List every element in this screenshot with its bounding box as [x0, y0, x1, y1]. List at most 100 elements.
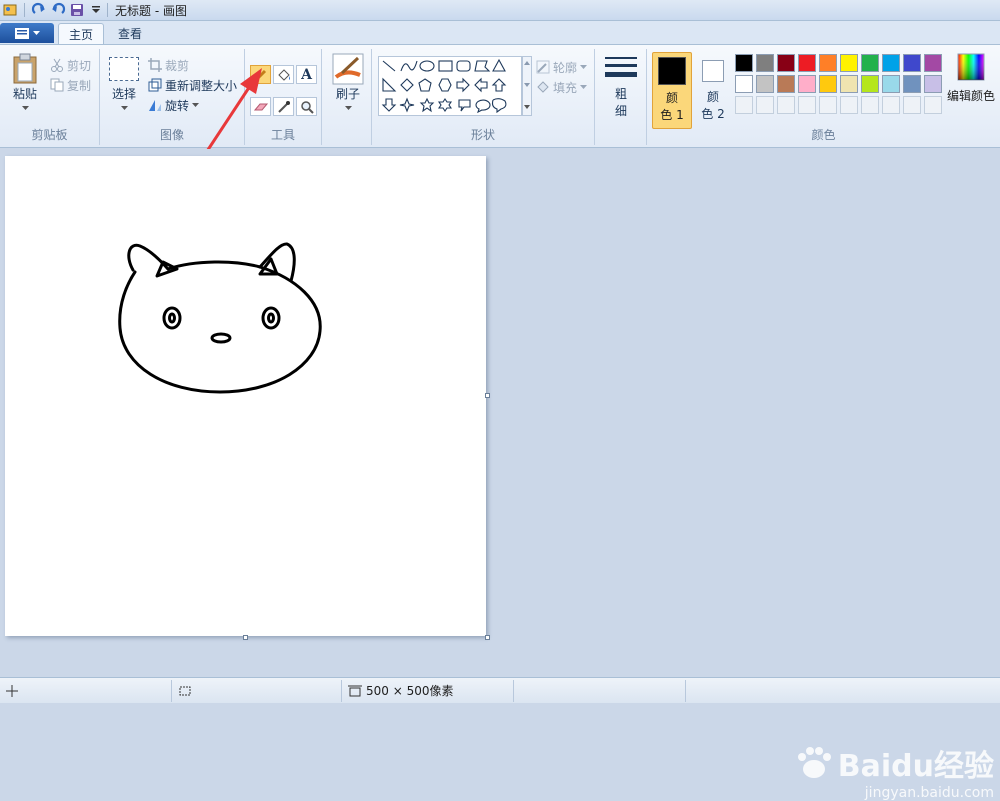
palette-swatch[interactable]	[819, 75, 837, 93]
chevron-down-icon	[21, 106, 29, 110]
color1-button[interactable]: 颜 色 1	[652, 52, 692, 129]
canvas-area: Baidu经验 jingyan.baidu.com	[0, 149, 1000, 801]
palette-swatch[interactable]	[756, 54, 774, 72]
palette-swatch[interactable]	[798, 75, 816, 93]
quick-access-dropdown-icon[interactable]	[88, 2, 104, 18]
undo-icon[interactable]	[50, 2, 66, 18]
color2-swatch	[702, 60, 724, 82]
pentagon-shape-icon	[418, 78, 432, 92]
hexagon-shape-icon	[438, 78, 452, 92]
line-shape-icon	[382, 60, 396, 72]
paint-menu-button[interactable]	[0, 23, 54, 43]
select-button[interactable]: 选择	[106, 57, 142, 111]
palette-swatch[interactable]	[924, 75, 942, 93]
colors-group-label: 颜色	[811, 128, 836, 142]
custom-color-slot[interactable]	[798, 96, 816, 114]
left-pupil	[168, 312, 176, 324]
chevron-down-icon	[32, 30, 40, 35]
edit-colors-button[interactable]: 编辑颜色	[945, 53, 997, 104]
window-title: 无标题 - 画图	[115, 3, 187, 18]
custom-color-slot[interactable]	[882, 96, 900, 114]
redo-icon[interactable]	[31, 2, 47, 18]
cut-label: 剪切	[67, 58, 92, 73]
custom-color-slot[interactable]	[819, 96, 837, 114]
resize-handle-right[interactable]	[485, 393, 490, 398]
palette-swatch[interactable]	[903, 75, 921, 93]
oval-shape-icon	[419, 60, 435, 72]
palette-swatch[interactable]	[882, 75, 900, 93]
brush-icon	[332, 53, 364, 85]
fill-tool-button[interactable]	[273, 65, 294, 84]
shapes-group-label: 形状	[470, 128, 495, 142]
palette-swatch[interactable]	[735, 54, 753, 72]
resize-handle-corner[interactable]	[485, 635, 490, 640]
palette-swatch[interactable]	[840, 75, 858, 93]
color-picker-tool-button[interactable]	[273, 97, 294, 116]
palette-swatch[interactable]	[903, 54, 921, 72]
status-bar: 500 × 500像素	[0, 677, 1000, 703]
drawing-canvas[interactable]	[5, 156, 486, 636]
color2-button[interactable]: 颜 色 2	[695, 52, 731, 122]
cursor-position	[0, 679, 172, 702]
save-icon[interactable]	[69, 2, 85, 18]
line-width-icon	[605, 57, 637, 77]
palette-swatch[interactable]	[924, 54, 942, 72]
shapes-group: 轮廓 填充 形状	[372, 49, 595, 145]
fill-button[interactable]: 填充	[536, 77, 588, 97]
cut-button[interactable]: 剪切	[50, 55, 91, 75]
paint-app-icon[interactable]	[2, 2, 18, 18]
polygon-shape-icon	[474, 60, 491, 72]
color1-label-top: 颜	[665, 91, 678, 105]
brushes-button[interactable]: 刷子	[330, 53, 366, 111]
palette-swatch[interactable]	[861, 54, 879, 72]
selection-icon	[179, 686, 191, 695]
separator	[107, 3, 108, 17]
custom-color-slot[interactable]	[840, 96, 858, 114]
left-arrow-shape-icon	[474, 77, 488, 93]
four-point-star-shape-icon	[399, 97, 415, 113]
left-eye	[162, 306, 182, 330]
resize-handle-bottom[interactable]	[243, 635, 248, 640]
copy-label: 复制	[67, 78, 92, 93]
select-label: 选择	[111, 87, 136, 101]
triangle-shape-icon	[492, 58, 506, 72]
palette-swatch[interactable]	[735, 75, 753, 93]
tab-home[interactable]: 主页	[58, 23, 105, 44]
image-size: 500 × 500像素	[342, 679, 514, 702]
custom-color-slot[interactable]	[861, 96, 879, 114]
resize-icon	[148, 78, 162, 92]
text-tool-button[interactable]: A	[296, 65, 317, 84]
palette-swatch[interactable]	[777, 75, 795, 93]
custom-color-slot[interactable]	[903, 96, 921, 114]
shapes-gallery[interactable]	[378, 56, 522, 116]
custom-color-slot[interactable]	[756, 96, 774, 114]
shapes-scrollbar[interactable]	[522, 56, 532, 116]
color2-label-bottom: 色 2	[701, 107, 725, 121]
palette-swatch[interactable]	[819, 54, 837, 72]
outline-button[interactable]: 轮廓	[536, 57, 588, 77]
six-point-star-shape-icon	[437, 98, 453, 112]
palette-swatch[interactable]	[861, 75, 879, 93]
scissors-icon	[51, 58, 63, 72]
palette-swatch[interactable]	[882, 54, 900, 72]
diamond-shape-icon	[400, 78, 414, 92]
tab-view[interactable]: 查看	[108, 23, 152, 44]
ribbon: 粘贴 剪切 复制 剪贴板 选择 裁剪 重新调整大小 旋转 图像 A 工具 刷子 …	[0, 44, 1000, 148]
custom-color-slot[interactable]	[777, 96, 795, 114]
copy-button[interactable]: 复制	[50, 75, 91, 95]
rectangular-callout-shape-icon	[458, 99, 471, 112]
clipboard-group: 粘贴 剪切 复制 剪贴板	[0, 49, 100, 145]
color-spectrum-icon	[957, 53, 985, 81]
color1-label-bottom: 色 1	[660, 108, 684, 122]
size-button[interactable]: 粗 细	[603, 55, 639, 119]
nose	[210, 332, 232, 344]
image-dimensions: 500 × 500像素	[366, 684, 454, 698]
custom-color-slot[interactable]	[735, 96, 753, 114]
palette-swatch[interactable]	[756, 75, 774, 93]
magnifier-tool-button[interactable]	[296, 97, 317, 116]
palette-swatch[interactable]	[798, 54, 816, 72]
palette-swatch[interactable]	[777, 54, 795, 72]
palette-swatch[interactable]	[840, 54, 858, 72]
custom-color-slot[interactable]	[924, 96, 942, 114]
paste-button[interactable]: 粘贴	[8, 53, 42, 111]
